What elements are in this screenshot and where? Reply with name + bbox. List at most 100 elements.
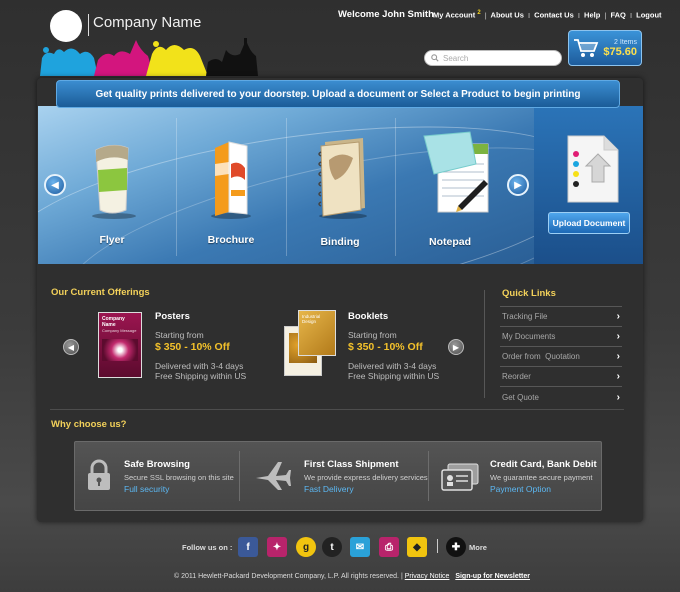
product-binding[interactable] [290, 136, 390, 225]
quick-link-label: Get Quote [502, 392, 539, 402]
chevron-right-icon: ▶ [452, 342, 460, 352]
offer-delivery: Delivered with 3-4 days [155, 361, 244, 371]
offer-shipping: Free Shipping within US [155, 371, 247, 381]
privacy-notice-link[interactable]: Privacy Notice [405, 573, 450, 580]
carousel-divider [286, 118, 287, 256]
cart-button[interactable]: 2 Items $75.60 [568, 30, 642, 66]
why-desc: We guarantee secure payment [490, 473, 593, 482]
quick-link-get-quote[interactable]: Get Quote › [500, 387, 622, 407]
google-icon[interactable]: g [296, 537, 316, 557]
lock-icon [88, 459, 110, 490]
binding-book-icon [318, 138, 367, 219]
cart-item-count: 2 Items [614, 38, 637, 46]
carousel-prev-button[interactable]: ◀ [44, 174, 66, 196]
delicious-icon[interactable]: ◆ [407, 537, 427, 557]
cart-total: $75.60 [603, 45, 637, 58]
contact-us-link[interactable]: Contact Us [534, 11, 574, 20]
offer-delivery: Delivered with 3-4 days [348, 361, 437, 371]
print-icon[interactable]: ⎙ [379, 537, 399, 557]
upload-document-button[interactable]: Upload Document [548, 212, 630, 234]
chevron-right-icon: › [616, 351, 620, 362]
why-divider [239, 451, 240, 501]
why-title-payment: Credit Card, Bank Debit [490, 459, 597, 470]
my-account-link[interactable]: My Account [433, 11, 475, 20]
section-rule [50, 409, 624, 410]
chevron-left-icon: ◀ [51, 179, 59, 191]
quick-link-order-from-quotation[interactable]: Order from Quotation › [500, 347, 622, 367]
airplane-icon [256, 462, 291, 490]
chevron-right-icon: ▶ [514, 179, 522, 191]
product-label-flyer[interactable]: Flyer [62, 234, 162, 246]
footer-separator [437, 539, 438, 553]
chevron-left-icon: ◀ [67, 342, 75, 352]
why-divider [428, 451, 429, 501]
booklet-thumbnail[interactable]: Industrial Design [284, 310, 336, 378]
offer-from: Starting from [155, 330, 204, 340]
about-us-link[interactable]: About Us [491, 11, 524, 20]
top-nav: My Account 2 | About Us I Contact Us I H… [433, 10, 662, 20]
payment-option-link[interactable]: Payment Option [490, 484, 551, 494]
quick-link-tracking-file[interactable]: Tracking File › [500, 307, 622, 327]
carousel-next-button[interactable]: ▶ [507, 174, 529, 196]
plus-icon[interactable]: ✚ [446, 537, 466, 557]
why-desc: Secure SSL browsing on this site [124, 473, 234, 482]
why-title-safe-browsing: Safe Browsing [124, 459, 190, 470]
faq-link[interactable]: FAQ [610, 11, 625, 20]
logout-link[interactable]: Logout [636, 11, 661, 20]
document-upload-icon [567, 135, 619, 203]
email-icon[interactable]: ✉ [350, 537, 370, 557]
why-choose-us-heading: Why choose us? [51, 419, 127, 430]
quick-link-label: Tracking File [502, 312, 548, 321]
quick-link-my-documents[interactable]: My Documents › [500, 327, 622, 347]
shopping-cart-icon [574, 39, 599, 57]
poster-thumb-title: Company Name [102, 316, 125, 328]
copyright-text: © 2011 Hewlett-Packard Development Compa… [174, 573, 399, 580]
product-notepad[interactable] [400, 130, 500, 223]
facebook-icon[interactable]: f [238, 537, 258, 557]
credit-card-icon [441, 463, 479, 491]
quick-link-label: Reorder [502, 372, 531, 381]
chevron-right-icon: › [616, 391, 620, 403]
poster-thumbnail[interactable]: Company Name Company Message [98, 312, 142, 378]
offer-shipping: Free Shipping within US [348, 371, 440, 381]
product-label-notepad[interactable]: Notepad [400, 236, 500, 248]
chevron-right-icon: › [616, 331, 620, 342]
offerings-next-button[interactable]: ▶ [448, 339, 464, 355]
more-link[interactable]: More [469, 543, 487, 552]
newsletter-signup-link[interactable]: Sign-up for Newsletter [455, 573, 530, 580]
product-label-binding[interactable]: Binding [290, 236, 390, 248]
welcome-message: Welcome John Smith [338, 9, 434, 20]
offer-price: $ 350 - 10% Off [155, 341, 230, 353]
tagline-banner: Get quality prints delivered to your doo… [56, 80, 620, 108]
account-badge: 2 [477, 10, 481, 16]
offer-title-posters[interactable]: Posters [155, 311, 190, 322]
logo-divider [88, 14, 89, 36]
chevron-right-icon: › [616, 371, 620, 382]
offer-from: Starting from [348, 330, 397, 340]
fast-delivery-link[interactable]: Fast Delivery [304, 484, 354, 494]
tumblr-icon[interactable]: t [322, 537, 342, 557]
offer-title-booklets[interactable]: Booklets [348, 311, 388, 322]
paint-splash-graphic [40, 38, 258, 76]
myspace-icon[interactable]: ✦ [267, 537, 287, 557]
carousel-divider [395, 118, 396, 256]
follow-us-label: Follow us on : [182, 543, 233, 552]
help-link[interactable]: Help [584, 11, 600, 20]
product-label-brochure[interactable]: Brochure [181, 234, 281, 246]
search-icon [431, 54, 439, 62]
product-brochure[interactable] [181, 134, 281, 225]
quick-link-reorder[interactable]: Reorder › [500, 367, 622, 387]
flyer-icon [92, 144, 136, 219]
product-flyer[interactable] [62, 140, 162, 225]
offerings-heading: Our Current Offerings [51, 287, 150, 298]
full-security-link[interactable]: Full security [124, 484, 169, 494]
offer-price: $ 350 - 10% Off [348, 341, 423, 353]
why-title-shipment: First Class Shipment [304, 459, 399, 470]
search-input[interactable] [443, 53, 553, 63]
offerings-prev-button[interactable]: ◀ [63, 339, 79, 355]
section-divider [484, 290, 485, 398]
poster-thumb-graphic [102, 339, 138, 361]
why-desc: We provide express delivery services [304, 473, 428, 482]
search-box[interactable] [424, 50, 562, 66]
company-name[interactable]: Company Name [93, 14, 201, 31]
